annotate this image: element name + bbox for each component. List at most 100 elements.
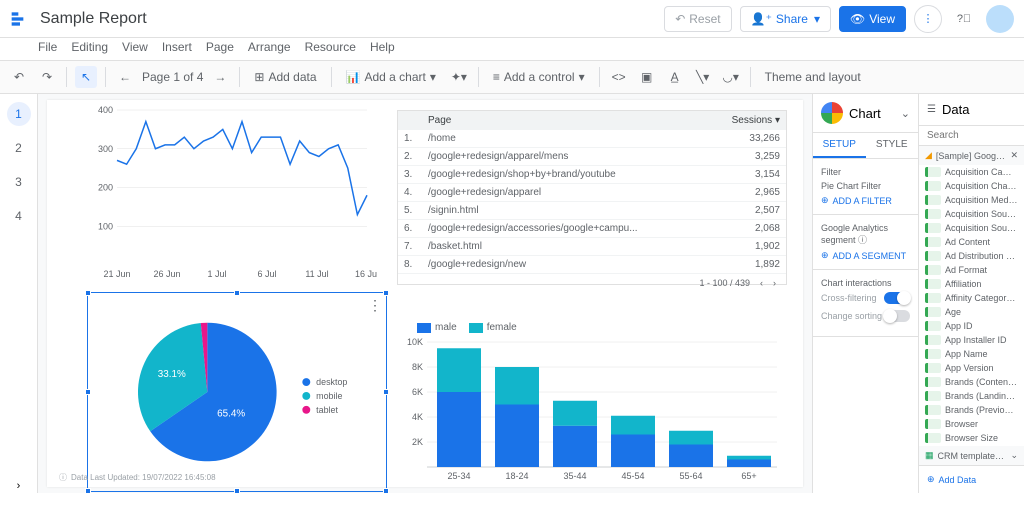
table-row[interactable]: 2./google+redesign/apparel/mens3,259 [398, 148, 786, 166]
share-button[interactable]: 👤⁺Share▾ [740, 6, 831, 32]
community-viz-button[interactable]: ✦▾ [448, 66, 470, 88]
report-title[interactable]: Sample Report [40, 10, 147, 28]
reset-button[interactable]: ↶Reset [664, 6, 731, 32]
change-sorting-toggle[interactable] [884, 310, 910, 322]
pie-chart-selected[interactable]: ⋮ 65.4%33.1%desktopmobiletablet [87, 292, 387, 492]
table-row[interactable]: 8./google+redesign/new1,892 [398, 256, 786, 274]
field-item[interactable]: App Installer ID [919, 333, 1024, 347]
field-item[interactable]: Age [919, 305, 1024, 319]
user-avatar[interactable] [986, 5, 1014, 33]
menu-view[interactable]: View [122, 40, 148, 54]
field-item[interactable]: Brands (Previous ... [919, 403, 1024, 417]
table-row[interactable]: 3./google+redesign/shop+by+brand/youtube… [398, 166, 786, 184]
add-data-source-button[interactable]: ⊕Add Data [927, 474, 1016, 485]
svg-text:400: 400 [98, 105, 113, 115]
data-source-item[interactable]: ◢[Sample] Google ...✕ [919, 146, 1024, 165]
svg-text:33.1%: 33.1% [158, 369, 186, 380]
chart-type-chevron-icon[interactable]: ⌄ [901, 107, 910, 120]
table-prev-button[interactable]: ‹ [760, 278, 763, 288]
canvas[interactable]: 10020030040021 Jun26 Jun1 Jul6 Jul11 Jul… [38, 94, 812, 493]
data-source-item-2[interactable]: ▦CRM template - ...⌄ [919, 446, 1024, 465]
shape-button[interactable]: ◡▾ [720, 66, 742, 88]
page-thumb-1[interactable]: 1 [7, 102, 31, 126]
add-segment-button[interactable]: ⊕ADD A SEGMENT [821, 250, 910, 261]
field-item[interactable]: Acquisition Sourc... [919, 221, 1024, 235]
image-button[interactable]: ▣ [636, 66, 658, 88]
page-thumb-2[interactable]: 2 [7, 136, 31, 160]
menu-bar: File Editing View Insert Page Arrange Resource… [0, 38, 1024, 60]
menu-help[interactable]: Help [370, 40, 395, 54]
next-page-button[interactable]: → [209, 66, 231, 88]
field-item[interactable]: Acquisition Camp... [919, 165, 1024, 179]
table-row[interactable]: 5./signin.html2,507 [398, 202, 786, 220]
svg-text:mobile: mobile [316, 391, 342, 401]
col-page[interactable]: Page [428, 115, 730, 126]
field-item[interactable]: Ad Content [919, 235, 1024, 249]
page-thumb-3[interactable]: 3 [7, 170, 31, 194]
page-thumb-4[interactable]: 4 [7, 204, 31, 228]
style-tab[interactable]: STYLE [866, 133, 919, 158]
menu-resource[interactable]: Resource [305, 40, 356, 54]
cross-filtering-toggle[interactable] [884, 292, 910, 304]
page-indicator[interactable]: Page 1 of 4 [142, 70, 203, 84]
add-filter-button[interactable]: ⊕ADD A FILTER [821, 195, 910, 206]
table-pager: 1 - 100 / 439 [699, 278, 750, 288]
svg-text:45-54: 45-54 [621, 471, 644, 481]
field-item[interactable]: Browser Size [919, 431, 1024, 445]
chart-type-icon[interactable] [821, 102, 843, 124]
embed-button[interactable]: <> [608, 66, 630, 88]
svg-text:11 Jul: 11 Jul [305, 269, 328, 279]
chart-menu-button[interactable]: ⋮ [368, 297, 382, 314]
svg-text:25-34: 25-34 [447, 471, 470, 481]
field-search-input[interactable] [927, 130, 1016, 141]
menu-arrange[interactable]: Arrange [248, 40, 291, 54]
prev-page-button[interactable]: ← [114, 66, 136, 88]
text-button[interactable]: A̲ [664, 66, 686, 88]
setup-tab[interactable]: SETUP [813, 133, 866, 158]
field-item[interactable]: Brands (Content G... [919, 375, 1024, 389]
field-item[interactable]: App ID [919, 319, 1024, 333]
menu-page[interactable]: Page [206, 40, 234, 54]
help-button[interactable]: ?⃝ [950, 5, 978, 33]
selection-tool[interactable]: ↖ [75, 66, 97, 88]
menu-insert[interactable]: Insert [162, 40, 192, 54]
redo-button[interactable]: ↷ [36, 66, 58, 88]
field-item[interactable]: Acquisition Chann... [919, 179, 1024, 193]
field-item[interactable]: Ad Format [919, 263, 1024, 277]
table-row[interactable]: 1./home33,266 [398, 130, 786, 148]
svg-text:300: 300 [98, 144, 113, 154]
line-chart[interactable]: 10020030040021 Jun26 Jun1 Jul6 Jul11 Jul… [87, 105, 377, 285]
add-chart-button[interactable]: 📊Add a chart▾ [340, 67, 442, 87]
field-item[interactable]: Brands (Landing ... [919, 389, 1024, 403]
field-item[interactable]: Browser [919, 417, 1024, 431]
line-button[interactable]: ╲▾ [692, 66, 714, 88]
svg-text:26 Jun: 26 Jun [153, 269, 180, 279]
svg-text:4K: 4K [412, 412, 423, 422]
field-item[interactable]: Affinity Category (... [919, 291, 1024, 305]
undo-button[interactable]: ↶ [8, 66, 30, 88]
table-row[interactable]: 7./basket.html1,902 [398, 238, 786, 256]
svg-text:200: 200 [98, 183, 113, 193]
table-row[interactable]: 6./google+redesign/accessories/google+ca… [398, 220, 786, 238]
data-updated-note: ⓘData Last Updated: 19/07/2022 16:45:08 [59, 472, 216, 483]
more-options-button[interactable]: ⋮ [914, 5, 942, 33]
bar-chart[interactable]: malefemale 2K4K6K8K10K25-3418-2435-4445-… [397, 322, 787, 492]
table-row[interactable]: 4./google+redesign/apparel2,965 [398, 184, 786, 202]
interactions-label: Chart interactions [821, 278, 910, 288]
field-item[interactable]: Acquisition Source [919, 207, 1024, 221]
table-chart[interactable]: Page Sessions ▾ 1./home33,2662./google+r… [397, 110, 787, 285]
theme-layout-button[interactable]: Theme and layout [759, 67, 867, 87]
hide-pages-button[interactable]: › [8, 475, 30, 497]
col-sessions[interactable]: Sessions ▾ [730, 115, 780, 126]
add-data-button[interactable]: ⊞Add data [248, 67, 322, 87]
field-item[interactable]: Ad Distribution Ne... [919, 249, 1024, 263]
menu-file[interactable]: File [38, 40, 57, 54]
view-button[interactable]: 👁View [839, 6, 906, 32]
field-item[interactable]: Acquisition Mediu... [919, 193, 1024, 207]
field-item[interactable]: App Name [919, 347, 1024, 361]
table-next-button[interactable]: › [773, 278, 776, 288]
add-control-button[interactable]: ≡Add a control▾ [487, 67, 591, 87]
menu-editing[interactable]: Editing [71, 40, 108, 54]
field-item[interactable]: Affiliation [919, 277, 1024, 291]
field-item[interactable]: App Version [919, 361, 1024, 375]
